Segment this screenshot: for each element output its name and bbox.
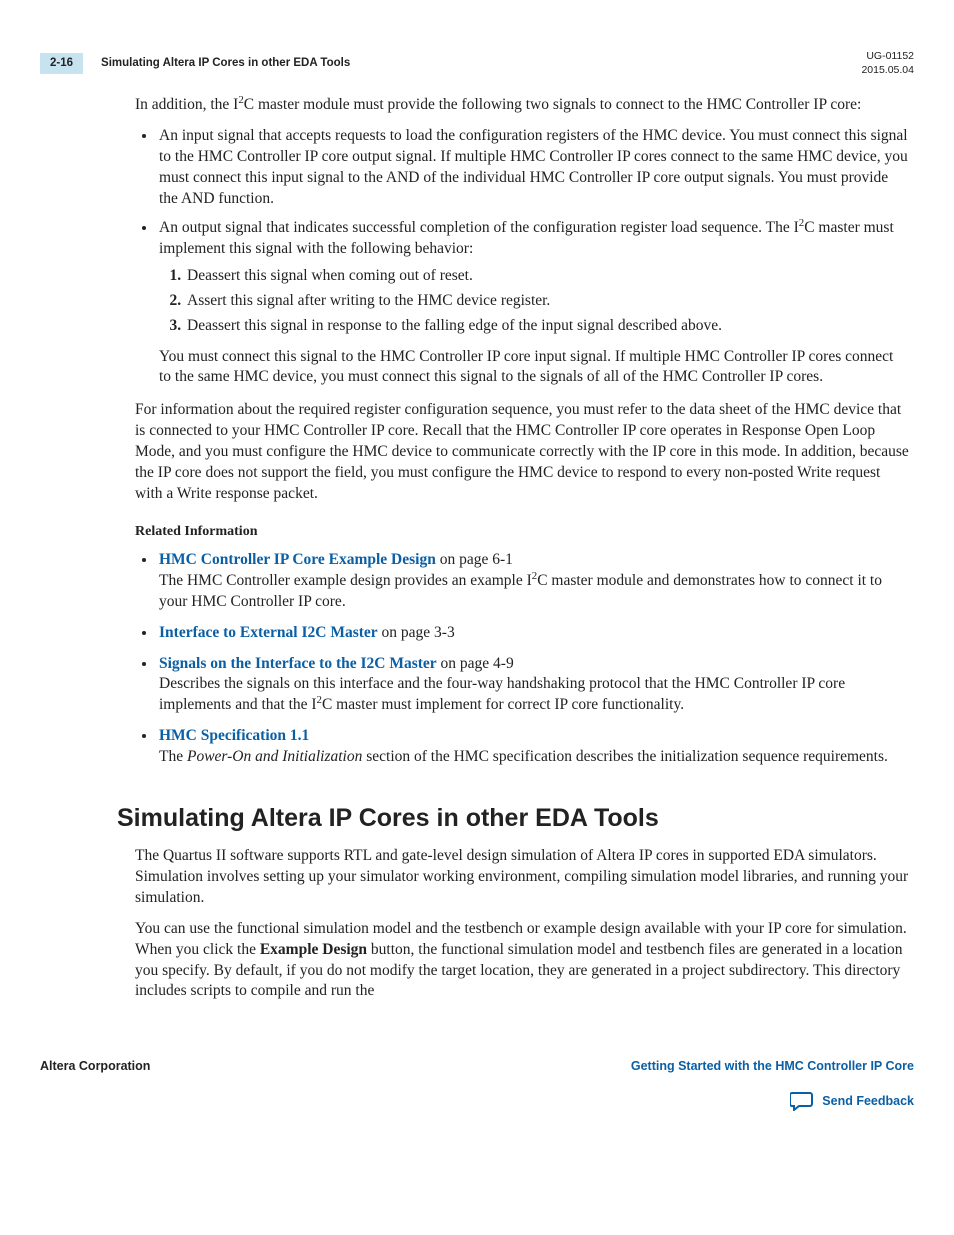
- bullet-input-signal: An input signal that accepts requests to…: [157, 126, 909, 210]
- text: section of the HMC specification describ…: [362, 748, 888, 765]
- intro-paragraph: In addition, the I2C master module must …: [135, 95, 909, 116]
- text: C master must implement for correct IP c…: [322, 696, 684, 713]
- text: The HMC Controller example design provid…: [159, 572, 532, 589]
- feedback-label: Send Feedback: [822, 1093, 914, 1110]
- sim-paragraph-2: You can use the functional simulation mo…: [135, 919, 909, 1003]
- header-right: UG-01152 2015.05.04: [861, 50, 914, 77]
- behavior-steps: Deassert this signal when coming out of …: [159, 266, 909, 337]
- related-item-example-design: HMC Controller IP Core Example Design on…: [157, 550, 909, 613]
- related-item-hmc-spec: HMC Specification 1.1 The Power-On and I…: [157, 726, 909, 768]
- running-title: Simulating Altera IP Cores in other EDA …: [101, 56, 350, 72]
- page-header: 2-16 Simulating Altera IP Cores in other…: [40, 50, 914, 77]
- register-config-paragraph: For information about the required regis…: [135, 400, 909, 505]
- section-heading-simulating: Simulating Altera IP Cores in other EDA …: [117, 802, 909, 836]
- text: The: [159, 748, 187, 765]
- step-1: Deassert this signal when coming out of …: [185, 266, 909, 287]
- page-ref: on page 6-1: [436, 551, 513, 568]
- link-hmc-example-design[interactable]: HMC Controller IP Core Example Design: [159, 551, 436, 568]
- link-interface-i2c-master[interactable]: Interface to External I2C Master: [159, 624, 378, 641]
- footer-chapter-link[interactable]: Getting Started with the HMC Controller …: [631, 1058, 914, 1075]
- related-item-signals-i2c: Signals on the Interface to the I2C Mast…: [157, 654, 909, 717]
- bold-text: Example Design: [260, 941, 367, 958]
- sim-paragraph-1: The Quartus II software supports RTL and…: [135, 846, 909, 909]
- content-area: In addition, the I2C master module must …: [135, 95, 909, 1002]
- step-3: Deassert this signal in response to the …: [185, 316, 909, 337]
- header-left: 2-16 Simulating Altera IP Cores in other…: [40, 53, 350, 75]
- send-feedback-link[interactable]: Send Feedback: [40, 1091, 914, 1111]
- doc-date: 2015.05.04: [861, 64, 914, 78]
- related-information-list: HMC Controller IP Core Example Design on…: [135, 550, 909, 768]
- bullet-output-signal: An output signal that indicates successf…: [157, 218, 909, 388]
- doc-id: UG-01152: [861, 50, 914, 64]
- text: An input signal that accepts requests to…: [159, 127, 908, 207]
- footer-company: Altera Corporation: [40, 1058, 150, 1075]
- related-item-i2c-interface: Interface to External I2C Master on page…: [157, 623, 909, 644]
- link-hmc-specification[interactable]: HMC Specification 1.1: [159, 727, 309, 744]
- text: An output signal that indicates successf…: [159, 219, 799, 236]
- italic-text: Power-On and Initialization: [187, 748, 362, 765]
- text: C master module must provide the followi…: [244, 96, 862, 113]
- text: An output signal that indicates successf…: [159, 219, 894, 257]
- related-information-heading: Related Information: [135, 523, 909, 542]
- page-ref: on page 3-3: [378, 624, 455, 641]
- signal-bullet-list: An input signal that accepts requests to…: [135, 126, 909, 388]
- page-ref: on page 4-9: [437, 655, 514, 672]
- page-number: 2-16: [40, 53, 83, 75]
- connect-signal-note: You must connect this signal to the HMC …: [159, 347, 909, 389]
- step-2: Assert this signal after writing to the …: [185, 291, 909, 312]
- feedback-icon: [790, 1091, 814, 1111]
- link-signals-i2c-master[interactable]: Signals on the Interface to the I2C Mast…: [159, 655, 437, 672]
- text: In addition, the I: [135, 96, 238, 113]
- page-footer: Altera Corporation Getting Started with …: [40, 1058, 914, 1075]
